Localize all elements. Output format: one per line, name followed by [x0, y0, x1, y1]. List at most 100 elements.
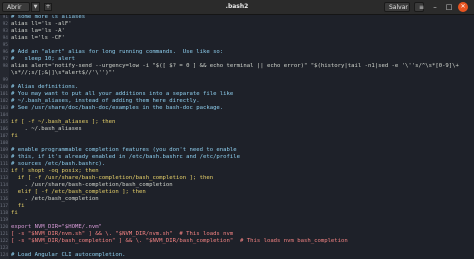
line-number: 120: [0, 225, 9, 230]
code-line[interactable]: 95: [0, 42, 474, 49]
code-line[interactable]: 118 fi: [0, 210, 474, 217]
code-line[interactable]: 96 # Add an "alert" alias for long runnin…: [0, 49, 474, 56]
line-number: 123: [0, 246, 9, 251]
line-number: 119: [0, 218, 9, 223]
line-text: # See /usr/share/doc/bash-doc/examples i…: [11, 105, 224, 111]
line-text: alias l='ls -CF': [11, 35, 65, 41]
line-text: alias alert='notify-send --urgency=low -…: [11, 63, 459, 69]
line-text: if [ -f /usr/share/bash-completion/bash_…: [11, 175, 214, 181]
code-line[interactable]: 121[ -s "$NVM_DIR/nvm.sh" ] && \. "$NVM_…: [0, 231, 474, 238]
line-text: # this, if it's already enabled in /etc/…: [11, 154, 241, 160]
line-text: alias la='ls -A': [11, 28, 65, 34]
line-number: 118: [0, 211, 9, 216]
code-line[interactable]: 93 alias la='ls -A': [0, 28, 474, 35]
line-number: 109: [0, 148, 9, 153]
code-line[interactable]: 111 # sources /etc/bash.bashrc).: [0, 161, 474, 168]
line-number: 100: [0, 85, 9, 90]
code-line[interactable]: 102 # ~/.bash_aliases, instead of adding …: [0, 98, 474, 105]
line-number: 96: [2, 50, 8, 55]
line-number: 94: [2, 36, 8, 41]
line-number: 110: [0, 155, 9, 160]
line-text: [ -s "$NVM_DIR/bash_completion" ] && \. …: [11, 238, 348, 244]
line-number: 104: [0, 113, 9, 118]
line-text: # enable programmable completion feature…: [11, 147, 237, 153]
line-number: 99: [2, 78, 8, 83]
open-button[interactable]: Abrir: [2, 2, 30, 12]
line-text: fi: [11, 133, 18, 139]
line-number: 117: [0, 204, 9, 209]
code-line[interactable]: 119: [0, 217, 474, 224]
line-number: 102: [0, 99, 9, 104]
line-number: 103: [0, 106, 9, 111]
code-line[interactable]: 101 # You may want to put all your additi…: [0, 91, 474, 98]
code-line[interactable]: 97 # sleep 10; alert: [0, 56, 474, 63]
code-line[interactable]: 114 . /usr/share/bash-completion/bash_co…: [0, 182, 474, 189]
code-line[interactable]: 99: [0, 77, 474, 84]
line-text: # Load Angular CLI autocompletion.: [11, 252, 126, 258]
line-text: # ~/.bash_aliases, instead of adding the…: [11, 98, 200, 104]
text-editor[interactable]: 91 # some more ls aliases 92 alias ll='ls -…: [0, 15, 474, 259]
code-line[interactable]: 120 export NVM_DIR="$HOME/.nvm": [0, 224, 474, 231]
code-line[interactable]: 92 alias ll='ls -alF': [0, 21, 474, 28]
code-line[interactable]: 104: [0, 112, 474, 119]
save-button[interactable]: Salvar: [384, 2, 410, 12]
line-number: 114: [0, 183, 9, 188]
minimize-icon[interactable]: –: [430, 2, 440, 12]
line-number: 116: [0, 197, 9, 202]
code-line[interactable]: 113 if [ -f /usr/share/bash-completion/b…: [0, 175, 474, 182]
code-line[interactable]: 109 # enable programmable completion feat…: [0, 147, 474, 154]
code-line[interactable]: 124 # Load Angular CLI autocompletion.: [0, 252, 474, 259]
code-line[interactable]: 103 # See /usr/share/doc/bash-doc/example…: [0, 105, 474, 112]
line-number: 101: [0, 92, 9, 97]
line-text: export NVM_DIR="$HOME/.nvm": [11, 224, 102, 230]
code-line[interactable]: 94 alias l='ls -CF': [0, 35, 474, 42]
line-number: 106: [0, 127, 9, 132]
line-number: 121: [0, 232, 9, 237]
line-text: \s*//;s/[;&|]\s*alert$//'\'')"': [11, 70, 116, 76]
code-line[interactable]: \s*//;s/[;&|]\s*alert$//'\'')"': [0, 70, 474, 77]
new-document-icon[interactable]: +: [44, 3, 52, 11]
code-line[interactable]: 117 fi: [0, 203, 474, 210]
code-line[interactable]: 105 if [ -f ~/.bash_aliases ]; then: [0, 119, 474, 126]
line-number: 97: [2, 57, 8, 62]
line-number: 95: [2, 43, 8, 48]
close-icon[interactable]: ✕: [458, 2, 468, 12]
line-number: 92: [2, 22, 8, 27]
line-text: . /usr/share/bash-completion/bash_comple…: [11, 182, 173, 188]
code-line[interactable]: 107 fi: [0, 133, 474, 140]
line-number: 113: [0, 176, 9, 181]
code-line[interactable]: 112 if ! shopt -oq posix; then: [0, 168, 474, 175]
line-number: 111: [0, 162, 9, 167]
code-line[interactable]: 116 . /etc/bash_completion: [0, 196, 474, 203]
line-number: 112: [0, 169, 9, 174]
line-number: 108: [0, 141, 9, 146]
line-text: . ~/.bash_aliases: [11, 126, 82, 132]
code-line[interactable]: 110 # this, if it's already enabled in /e…: [0, 154, 474, 161]
line-text: alias ll='ls -alF': [11, 21, 72, 27]
line-text: if ! shopt -oq posix; then: [11, 168, 99, 174]
line-text: fi: [11, 203, 25, 209]
line-number: 93: [2, 29, 8, 34]
line-number: 115: [0, 190, 9, 195]
line-text: elif [ -f /etc/bash_completion ]; then: [11, 189, 146, 195]
code-line[interactable]: 100 # Alias definitions.: [0, 84, 474, 91]
title-bar: .bash2 Abrir ▼ + Salvar ≡ – □ ✕: [0, 0, 474, 15]
maximize-icon[interactable]: □: [444, 2, 454, 12]
code-line[interactable]: 108: [0, 140, 474, 147]
line-text: # You may want to put all your additions…: [11, 91, 234, 97]
code-line[interactable]: 106 . ~/.bash_aliases: [0, 126, 474, 133]
open-dropdown-chevron-down-icon[interactable]: ▼: [31, 2, 40, 12]
code-line[interactable]: 98 alias alert='notify-send --urgency=low…: [0, 63, 474, 70]
line-number: 107: [0, 134, 9, 139]
line-text: # Add an "alert" alias for long running …: [11, 49, 224, 55]
line-text: # Alias definitions.: [11, 84, 79, 90]
code-line[interactable]: 123: [0, 245, 474, 252]
line-number: 105: [0, 120, 9, 125]
line-text: if [ -f ~/.bash_aliases ]; then: [11, 119, 116, 125]
code-line[interactable]: 115 elif [ -f /etc/bash_completion ]; th…: [0, 189, 474, 196]
hamburger-menu-icon[interactable]: ≡: [414, 2, 424, 12]
line-number: 124: [0, 253, 9, 258]
code-line[interactable]: 122[ -s "$NVM_DIR/bash_completion" ] && …: [0, 238, 474, 245]
line-text: fi: [11, 210, 18, 216]
line-text: [ -s "$NVM_DIR/nvm.sh" ] && \. "$NVM_DIR…: [11, 231, 234, 237]
